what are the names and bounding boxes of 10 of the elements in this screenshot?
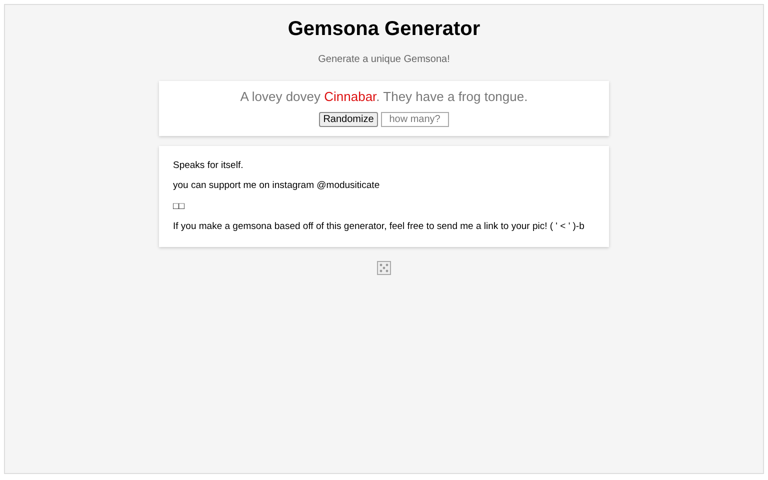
subtitle: Generate a unique Gemsona! [318,54,450,65]
note-text: If you make a gemsona based off of this generator, feel free to send me a link to your pic! ( ' < ' )-b [173,220,586,234]
note-text: you can support me on instagram @modusiticate [173,179,381,194]
page-title: Gemsona Generator [288,18,480,41]
note-text: □□ [173,200,186,214]
result-sentence: A lovey dovey Cinnabar. They have a frog tongue. [240,89,528,104]
randomize-button[interactable]: Randomize [319,112,378,127]
note-text: Speaks for itself. [173,159,244,173]
dice-icon [377,261,391,276]
count-field[interactable]: how many? [380,112,449,127]
